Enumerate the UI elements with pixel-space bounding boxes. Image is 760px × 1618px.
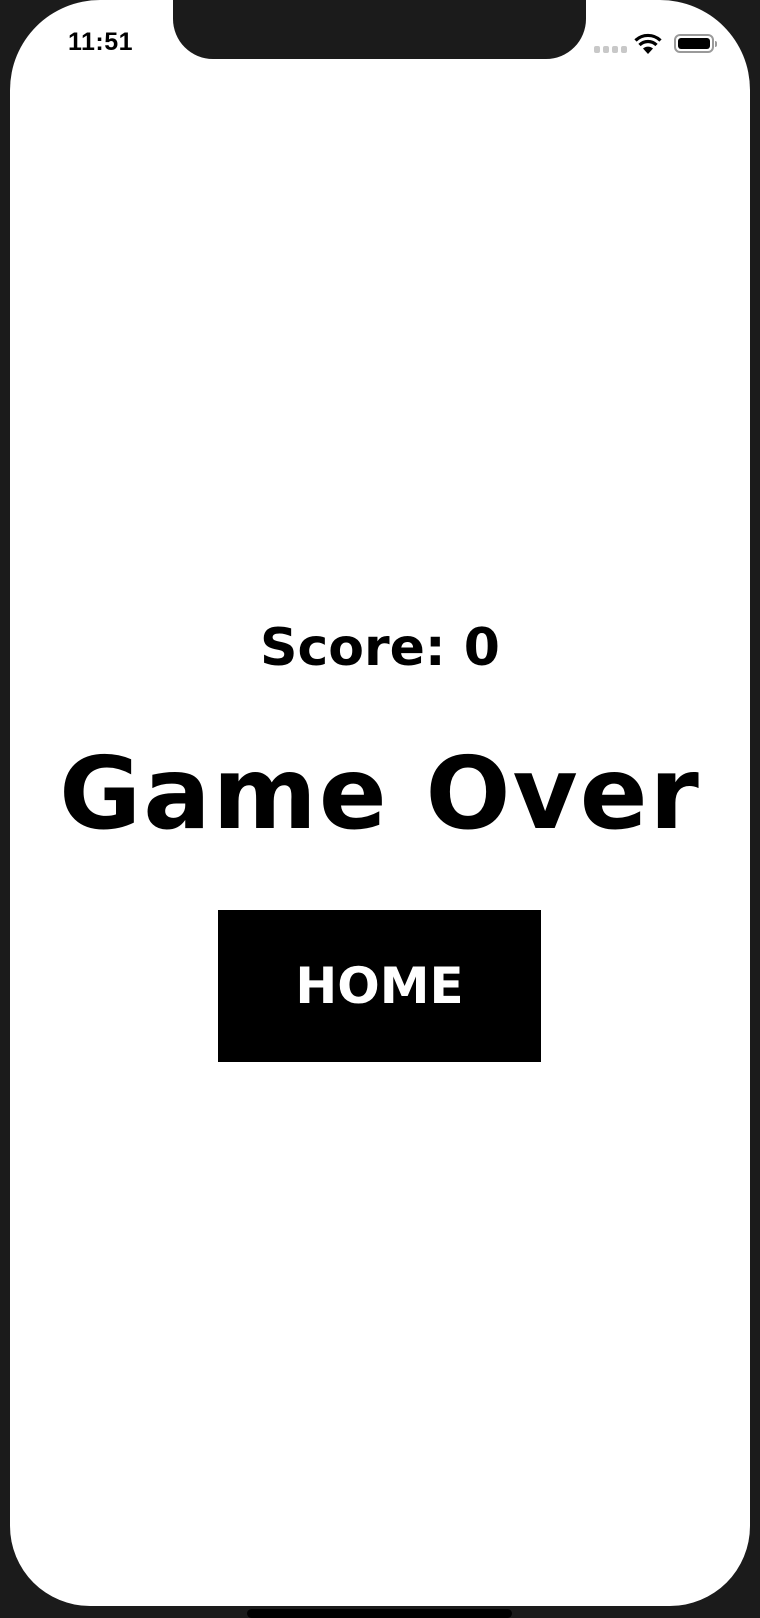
cellular-signal-icon [594,46,627,53]
battery-icon [674,34,717,53]
device-notch [173,0,586,59]
score-label: Score: 0 [260,618,500,678]
status-time: 11:51 [68,28,134,56]
home-indicator[interactable] [247,1609,512,1618]
home-button[interactable]: HOME [218,910,541,1062]
game-over-title: Game Over [59,735,701,852]
wifi-icon [634,33,662,54]
